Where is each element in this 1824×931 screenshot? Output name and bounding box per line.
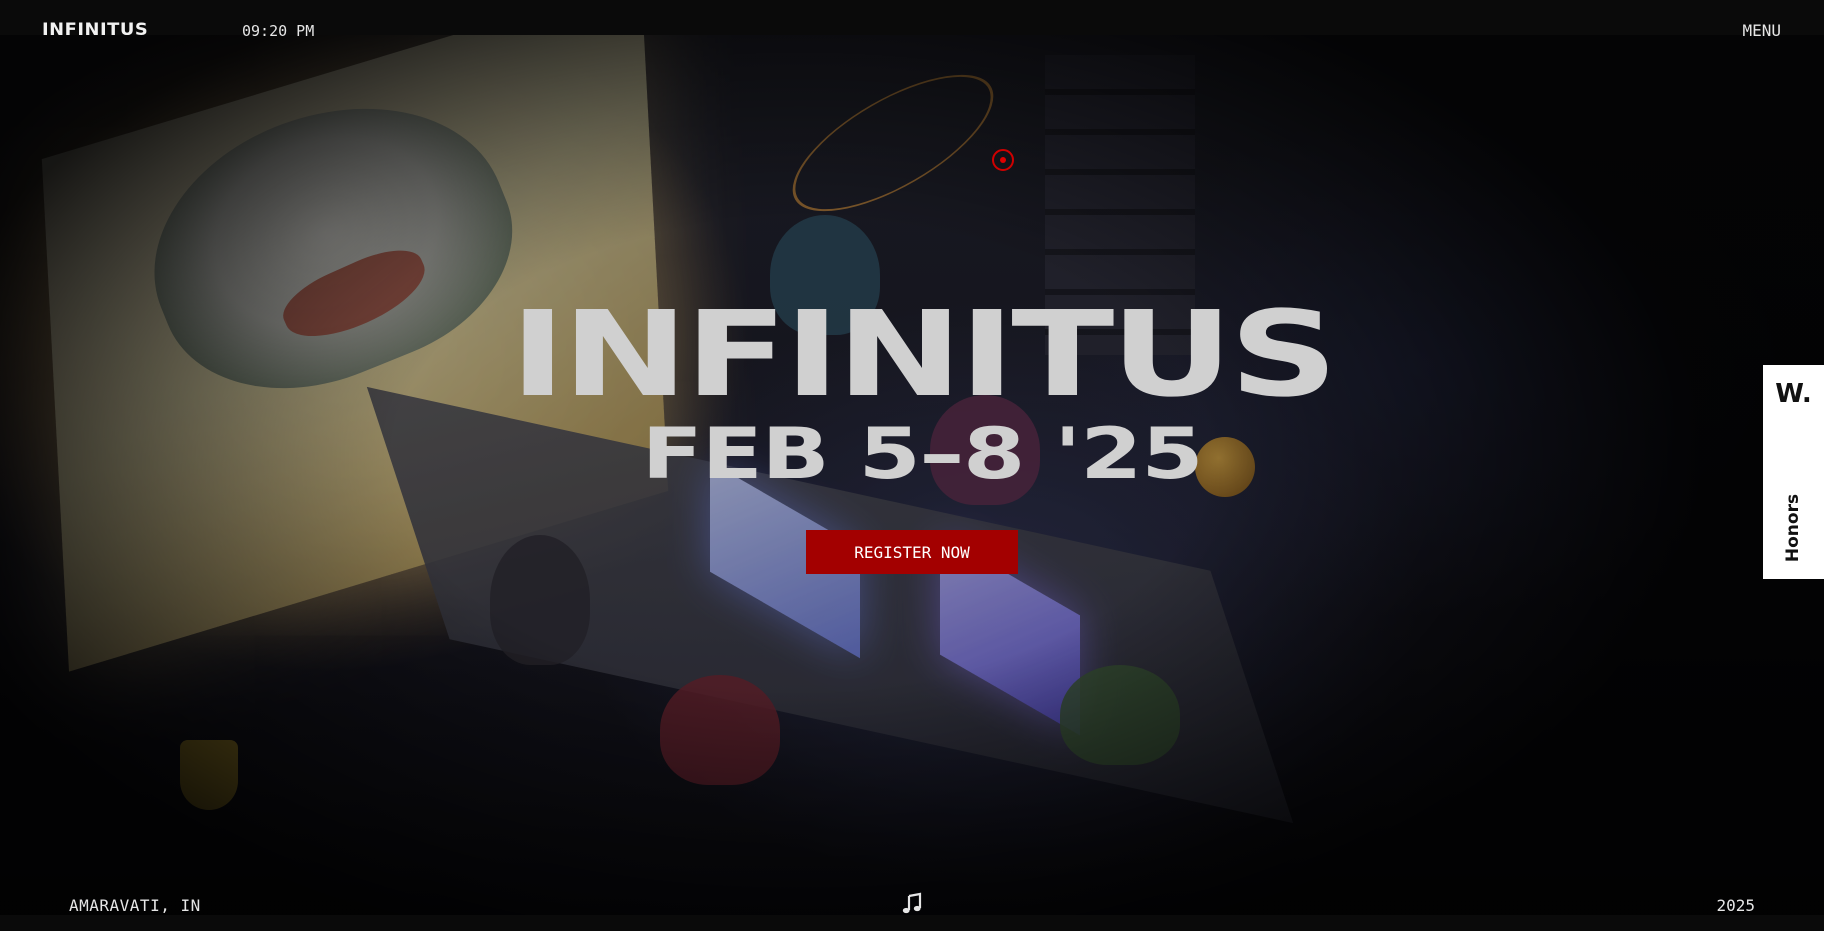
logo[interactable]: INFINITUS — [42, 20, 148, 40]
location-label: AMARAVATI, IN — [69, 896, 201, 915]
hero-headline: INFINITUS FEB 5–8 '25 — [0, 292, 1824, 492]
music-note-icon — [902, 892, 922, 914]
honors-mark: W. — [1775, 379, 1812, 409]
honors-badge[interactable]: W. Honors — [1763, 365, 1824, 579]
music-toggle-button[interactable] — [900, 892, 924, 916]
register-button[interactable]: REGISTER NOW — [806, 530, 1018, 574]
hero-title: INFINITUS — [509, 285, 1338, 423]
target-cursor-icon — [992, 149, 1014, 171]
honors-label: Honors — [1783, 493, 1803, 563]
bottom-bar — [0, 915, 1824, 931]
clock: 09:20 PM — [242, 22, 315, 40]
menu-button[interactable]: MENU — [1742, 21, 1781, 40]
hero-dates: FEB 5–8 '25 — [641, 413, 1204, 495]
year-label: 2025 — [1716, 896, 1755, 915]
